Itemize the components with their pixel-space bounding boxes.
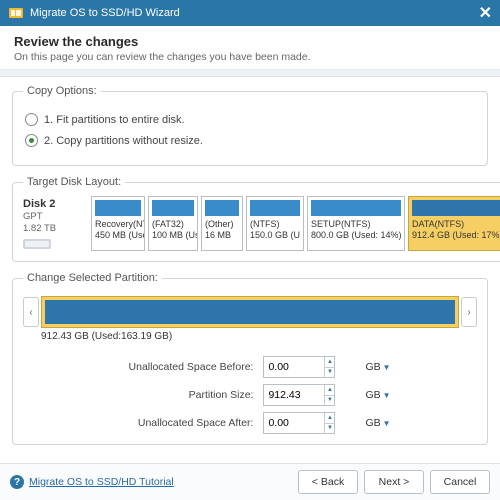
partition-block[interactable]: SETUP(NTFS)800.0 GB (Used: 14%) <box>307 196 405 251</box>
spinner-up-icon[interactable]: ▲ <box>324 357 334 368</box>
partition-block[interactable]: DATA(NTFS)912.4 GB (Used: 17%) <box>408 196 500 251</box>
radio-fit-partitions[interactable]: 1. Fit partitions to entire disk. <box>25 113 475 126</box>
disk-name: Disk 2 <box>23 198 55 210</box>
unalloc-before-field[interactable] <box>264 357 324 377</box>
tutorial-link[interactable]: ? Migrate OS to SSD/HD Tutorial <box>10 475 174 489</box>
partition-block[interactable]: (FAT32)100 MB (Used <box>148 196 198 251</box>
unit-dropdown[interactable]: GB▼ <box>365 361 390 373</box>
header-separator <box>0 70 500 77</box>
titlebar: Migrate OS to SSD/HD Wizard ✕ <box>0 0 500 26</box>
disk-capacity: 1.82 TB <box>23 223 56 234</box>
target-disk-layout-group: Target Disk Layout: Disk 2 GPT 1.82 TB R… <box>12 176 500 262</box>
radio-icon <box>25 134 38 147</box>
partition-size-field[interactable] <box>264 385 324 405</box>
spinner-down-icon[interactable]: ▼ <box>324 368 334 378</box>
spinner-down-icon[interactable]: ▼ <box>324 424 334 434</box>
radio-icon <box>25 113 38 126</box>
chevron-down-icon: ▼ <box>383 363 391 372</box>
partition-block[interactable]: (Other)16 MB <box>201 196 243 251</box>
spinner-up-icon[interactable]: ▲ <box>324 413 334 424</box>
partition-size-input[interactable]: ▲▼ <box>263 384 335 406</box>
close-icon[interactable]: ✕ <box>479 3 492 23</box>
radio-copy-without-resize[interactable]: 2. Copy partitions without resize. <box>25 134 475 147</box>
unalloc-before-label: Unallocated Space Before: <box>109 361 259 373</box>
disk-info: Disk 2 GPT 1.82 TB <box>23 196 87 251</box>
partition-bar: Recovery(NTFS)450 MB (Used(FAT32)100 MB … <box>91 196 500 251</box>
partition-size-label: Partition Size: <box>109 389 259 401</box>
page-subtitle: On this page you can review the changes … <box>14 51 486 63</box>
spinner-down-icon[interactable]: ▼ <box>324 396 334 406</box>
unalloc-after-input[interactable]: ▲▼ <box>263 412 335 434</box>
change-partition-group: Change Selected Partition: ‹ › 912.43 GB… <box>12 272 488 445</box>
target-disk-layout-legend: Target Disk Layout: <box>23 176 125 188</box>
unit-dropdown[interactable]: GB▼ <box>365 417 390 429</box>
radio-fit-label: 1. Fit partitions to entire disk. <box>44 114 185 126</box>
disk-type: GPT <box>23 211 43 222</box>
cancel-button[interactable]: Cancel <box>430 470 490 494</box>
unit-dropdown[interactable]: GB▼ <box>365 389 390 401</box>
back-button[interactable]: < Back <box>298 470 358 494</box>
partition-size-slider[interactable] <box>41 296 459 328</box>
window-title: Migrate OS to SSD/HD Wizard <box>30 7 180 19</box>
radio-copy-label: 2. Copy partitions without resize. <box>44 135 203 147</box>
partition-block[interactable]: Recovery(NTFS)450 MB (Used <box>91 196 145 251</box>
chevron-left-icon[interactable]: ‹ <box>23 297 39 327</box>
partition-block[interactable]: (NTFS)150.0 GB (U <box>246 196 304 251</box>
help-icon: ? <box>10 475 24 489</box>
chevron-right-icon[interactable]: › <box>461 297 477 327</box>
wizard-footer: ? Migrate OS to SSD/HD Tutorial < Back N… <box>0 463 500 500</box>
page-title: Review the changes <box>14 34 486 49</box>
chevron-down-icon: ▼ <box>383 391 391 400</box>
app-icon <box>8 5 24 21</box>
change-partition-legend: Change Selected Partition: <box>23 272 162 284</box>
unalloc-after-field[interactable] <box>264 413 324 433</box>
unalloc-before-input[interactable]: ▲▼ <box>263 356 335 378</box>
chevron-down-icon: ▼ <box>383 419 391 428</box>
selected-partition-label: 912.43 GB (Used:163.19 GB) <box>23 331 477 342</box>
copy-options-group: Copy Options: 1. Fit partitions to entir… <box>12 85 488 166</box>
tutorial-label: Migrate OS to SSD/HD Tutorial <box>29 476 174 488</box>
page-header: Review the changes On this page you can … <box>0 26 500 70</box>
unalloc-after-label: Unallocated Space After: <box>109 417 259 429</box>
copy-options-legend: Copy Options: <box>23 85 101 97</box>
hard-disk-icon <box>23 237 51 251</box>
spinner-up-icon[interactable]: ▲ <box>324 385 334 396</box>
next-button[interactable]: Next > <box>364 470 424 494</box>
